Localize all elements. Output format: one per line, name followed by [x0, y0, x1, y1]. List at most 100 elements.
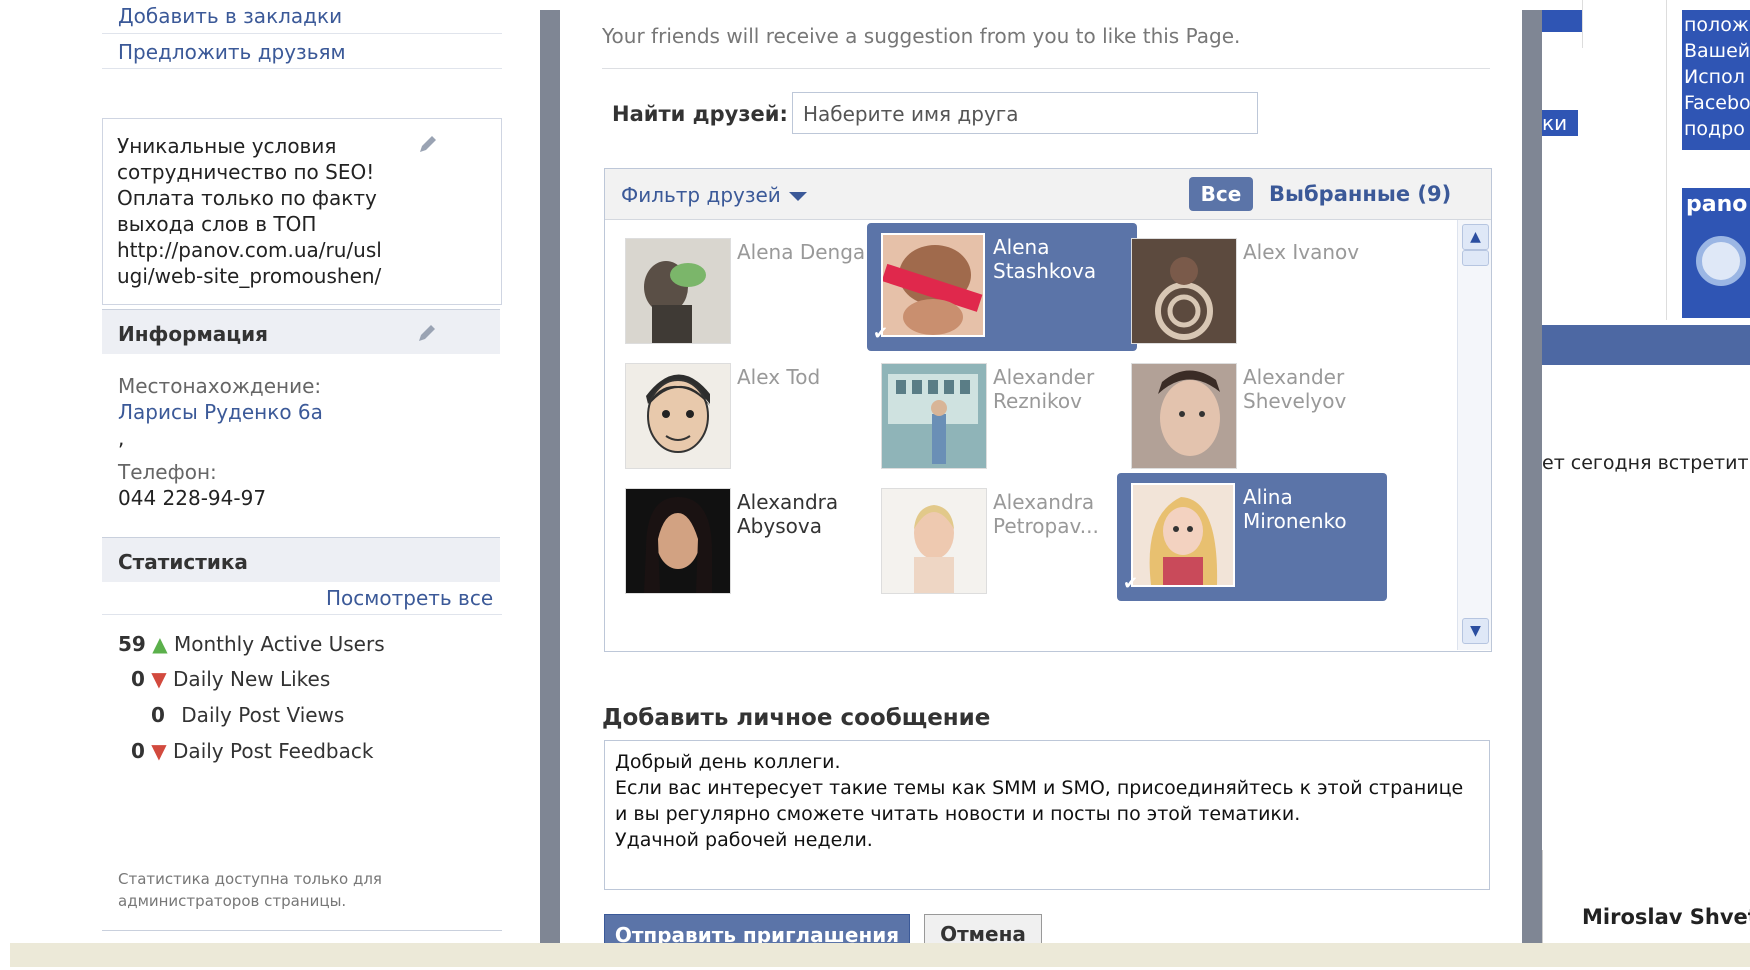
avatar — [881, 363, 987, 469]
dialog-intro: Your friends will receive a suggestion f… — [602, 24, 1241, 48]
friend-picker: Фильтр друзей Все Выбранные (9) Alena De… — [604, 168, 1492, 652]
stat-label: Monthly Active Users — [173, 632, 385, 656]
stat-row: 0 ▼ Daily New Likes — [131, 667, 330, 691]
friend-name: Alena Stashkova — [993, 235, 1097, 283]
caret-down-icon — [788, 192, 807, 201]
add-bookmark-link[interactable]: Добавить в закладки — [118, 4, 342, 28]
stat-row: 0 ▼ Daily Post Feedback — [131, 739, 373, 763]
avatar — [881, 233, 985, 337]
divider — [602, 68, 1490, 69]
arrow-down-icon: ▼ — [151, 739, 167, 763]
location-label: Местонахождение: — [118, 374, 322, 398]
friend-name: Alexander Shevelyov — [1243, 365, 1347, 413]
friend-name: Alexander Reznikov — [993, 365, 1095, 413]
page-card-title: pano — [1686, 192, 1748, 217]
stat-label: Daily Post Feedback — [173, 739, 374, 763]
scroll-up-icon[interactable]: ▲ — [1462, 224, 1489, 250]
scroll-thumb[interactable] — [1462, 250, 1489, 266]
tab-all[interactable]: Все — [1189, 177, 1253, 211]
stat-label: Daily Post Views — [181, 703, 345, 727]
arrow-down-icon: ▼ — [151, 667, 167, 691]
avatar — [1131, 363, 1237, 469]
location-link[interactable]: Ларисы Руденко 6а — [118, 400, 323, 424]
friend-tile[interactable]: Alex Ivanov — [1117, 228, 1387, 356]
suggest-friends-dialog: Your friends will receive a suggestion f… — [560, 10, 1522, 956]
friend-tile[interactable]: Alex Tod — [611, 353, 881, 481]
friend-name: Alex Ivanov — [1243, 240, 1360, 264]
friend-tile[interactable]: Alexander Shevelyov — [1117, 353, 1387, 481]
avatar — [1131, 238, 1237, 344]
header-bar — [1542, 325, 1750, 365]
overlay-right-band — [1522, 10, 1542, 943]
stat-value: 0 — [131, 739, 145, 763]
find-friends-input[interactable]: Наберите имя друга — [792, 92, 1258, 134]
friend-name: Alexandra Petropav... — [993, 490, 1099, 538]
friend-list-scrollbar[interactable]: ▲ ▼ — [1457, 220, 1491, 650]
phone-value: 044 228-94-97 — [118, 486, 267, 510]
stat-row: 0 Daily Post Views — [151, 703, 344, 727]
divider — [1666, 0, 1667, 320]
friend-tile[interactable]: Alexander Reznikov — [867, 353, 1137, 481]
avatar — [625, 488, 731, 594]
info-panel: положе Вашей Испол Facebo подро — [1682, 10, 1750, 150]
overlay-left-band — [540, 10, 560, 943]
stats-note: Статистика доступна только для администр… — [118, 870, 382, 910]
avatar — [625, 238, 731, 344]
location-extra: , — [118, 426, 125, 450]
promo-box: Уникальные условия сотрудничество по SEO… — [102, 118, 502, 305]
divider — [1542, 850, 1543, 943]
stat-row: 59 ▲ Monthly Active Users — [118, 632, 385, 656]
friend-tile[interactable]: Alexandra Abysova — [611, 478, 881, 606]
divider — [1582, 0, 1583, 48]
divider — [102, 930, 502, 931]
message-heading: Добавить личное сообщение — [602, 705, 991, 731]
view-all-link[interactable]: Посмотреть все — [326, 586, 493, 610]
divider — [102, 33, 502, 34]
profile-name[interactable]: Miroslav Shvet — [1582, 905, 1750, 929]
stat-value: 59 — [118, 632, 146, 656]
partial-button[interactable] — [1542, 10, 1582, 32]
friend-name: Alex Tod — [737, 365, 821, 389]
arrow-up-icon: ▲ — [152, 632, 168, 656]
pencil-icon[interactable] — [416, 322, 438, 344]
scroll-down-icon[interactable]: ▼ — [1462, 618, 1489, 644]
stat-value: 0 — [131, 667, 145, 691]
avatar — [1131, 483, 1235, 587]
friend-name: Alina Mironenko — [1243, 485, 1347, 533]
friend-grid: Alena Denga ✔ Alena Stashkova Alex Ivano… — [605, 220, 1457, 650]
info-title: Информация — [118, 322, 268, 346]
friend-tile[interactable]: Alena Denga — [611, 228, 881, 356]
gear-icon — [1696, 236, 1746, 286]
friend-filter-label: Фильтр друзей — [621, 183, 781, 207]
phone-label: Телефон: — [118, 460, 217, 484]
friend-tile[interactable]: Alexandra Petropav... — [867, 478, 1137, 606]
partial-text: ет сегодня встретит — [1542, 452, 1749, 474]
stats-section-header: Статистика — [102, 537, 500, 582]
checkmark-icon: ✔ — [873, 323, 889, 344]
stat-label: Daily New Likes — [173, 667, 331, 691]
message-textarea[interactable]: Добрый день коллеги. Если вас интересует… — [604, 740, 1490, 890]
tab-selected[interactable]: Выбранные (9) — [1269, 182, 1451, 206]
taskbar — [10, 943, 1750, 967]
friend-name: Alexandra Abysova — [737, 490, 839, 538]
info-section-header: Информация — [102, 309, 500, 354]
friend-name: Alena Denga — [737, 240, 866, 264]
right-column: ки положе Вашей Испол Facebo подро pano … — [1542, 0, 1750, 943]
pencil-icon[interactable] — [417, 133, 439, 155]
suggest-friends-link[interactable]: Предложить друзьям — [118, 40, 346, 64]
avatar — [881, 488, 987, 594]
stats-title: Статистика — [118, 550, 248, 574]
friend-filter-dropdown[interactable]: Фильтр друзей — [621, 183, 807, 207]
divider — [102, 68, 502, 69]
avatar — [625, 363, 731, 469]
friend-tile-selected[interactable]: ✔ Alina Mironenko — [1117, 473, 1387, 601]
page-card[interactable]: pano — [1682, 188, 1750, 318]
friend-tile-selected[interactable]: ✔ Alena Stashkova — [867, 223, 1137, 351]
find-friends-label: Найти друзей: — [612, 102, 788, 126]
info-panel-text: положе Вашей Испол Facebo подро — [1684, 14, 1750, 140]
partial-link[interactable]: ки — [1542, 110, 1578, 136]
stat-value: 0 — [151, 703, 165, 727]
checkmark-icon: ✔ — [1123, 573, 1139, 594]
picker-toolbar: Фильтр друзей Все Выбранные (9) — [605, 169, 1491, 220]
divider — [102, 614, 502, 615]
